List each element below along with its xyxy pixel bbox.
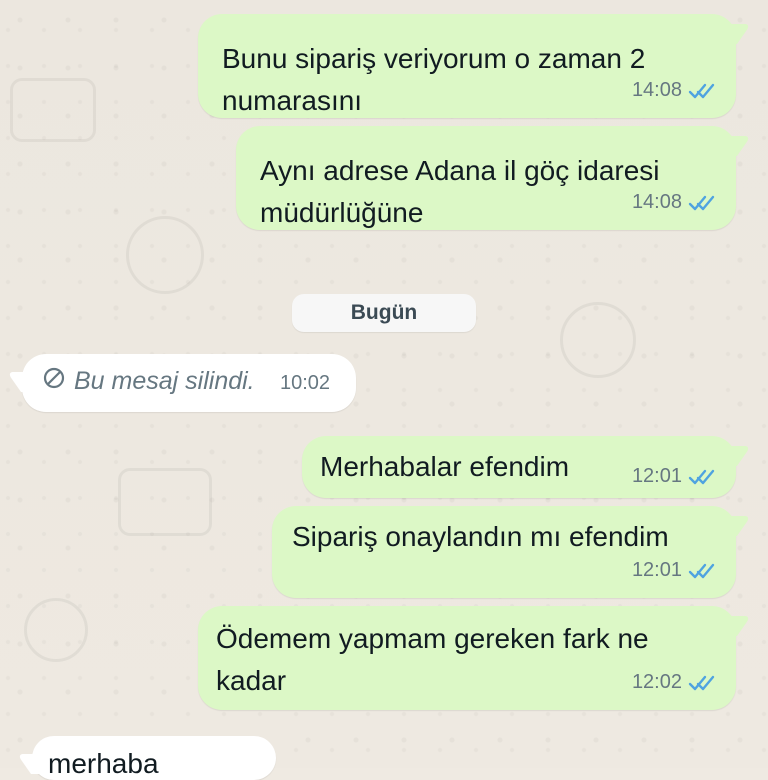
blocked-icon	[42, 366, 66, 397]
deleted-message-text: Bu mesaj silindi.	[74, 367, 255, 395]
message-time: 14:08	[631, 79, 682, 101]
message-meta: 12:01	[632, 465, 716, 488]
double-check-icon	[688, 194, 716, 212]
outgoing-message-3[interactable]: Merhabalar efendim 12:01	[302, 436, 752, 498]
double-check-icon	[688, 562, 716, 580]
message-time: 12:01	[631, 465, 682, 487]
message-text: Sipariş onaylandın mı efendim	[292, 521, 669, 552]
double-check-icon	[688, 674, 716, 692]
message-text: merhaba	[48, 748, 159, 779]
message-time: 10:02	[280, 372, 331, 394]
message-time: 14:08	[631, 191, 682, 213]
double-check-icon	[688, 82, 716, 100]
outgoing-message-2[interactable]: Aynı adrese Adana il göç idaresi müdürlü…	[236, 126, 752, 230]
chat-doodle-1	[10, 78, 96, 142]
message-text: Ödemem yapmam gereken fark ne kadar	[216, 623, 649, 696]
outgoing-message-5[interactable]: Ödemem yapmam gereken fark ne kadar 12:0…	[198, 606, 752, 710]
message-text: Merhabalar efendim	[320, 451, 570, 482]
message-time: 12:01	[631, 559, 682, 581]
chat-doodle-4	[118, 468, 212, 536]
message-meta: 14:08	[632, 79, 716, 102]
message-text: Aynı adrese Adana il göç idaresi müdürlü…	[260, 155, 660, 228]
message-meta: 14:08	[632, 191, 716, 214]
double-check-icon	[688, 468, 716, 486]
chat-doodle-2	[126, 216, 204, 294]
deleted-message-bubble[interactable]: Bu mesaj silindi. 10:02	[6, 354, 356, 412]
message-text: Bunu sipariş veriyorum o zaman 2 numaras…	[222, 43, 646, 116]
message-time: 12:02	[631, 671, 682, 693]
outgoing-message-1[interactable]: Bunu sipariş veriyorum o zaman 2 numaras…	[198, 14, 752, 118]
chat-doodle-3	[560, 302, 636, 378]
chat-doodle-5	[24, 598, 88, 662]
deleted-message-content: Bu mesaj silindi.	[42, 366, 255, 397]
incoming-partial-message[interactable]: merhaba	[16, 736, 276, 780]
outgoing-message-4[interactable]: Sipariş onaylandın mı efendim 12:01	[272, 506, 752, 598]
date-divider: Bugün	[292, 294, 476, 332]
message-meta: 12:02	[632, 671, 716, 694]
message-meta: 12:01	[632, 559, 716, 582]
